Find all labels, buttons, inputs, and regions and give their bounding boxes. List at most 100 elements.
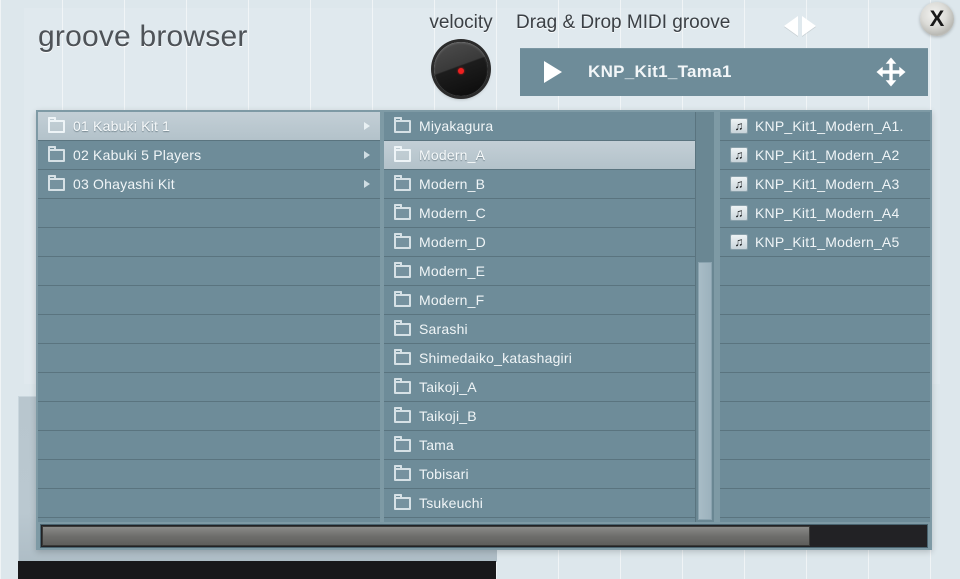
list-item-empty xyxy=(38,460,380,489)
list-item[interactable]: ♫ KNP_Kit1_Modern_A5 xyxy=(720,228,930,257)
kits-column[interactable]: 01 Kabuki Kit 1 02 Kabuki 5 Players 03 Oha… xyxy=(38,112,380,522)
folder-icon xyxy=(394,464,411,481)
chevron-right-icon xyxy=(364,122,370,130)
list-item[interactable]: Taikoji_A xyxy=(384,373,714,402)
host-dark-strip xyxy=(18,561,496,579)
midi-note-icon: ♫ xyxy=(730,234,748,250)
list-item-empty xyxy=(38,286,380,315)
list-item[interactable]: Tama xyxy=(384,431,714,460)
styles-scroll-thumb[interactable] xyxy=(698,262,712,520)
list-item[interactable]: 02 Kabuki 5 Players xyxy=(38,141,380,170)
list-item-label: Modern_E xyxy=(419,263,486,279)
header: groove browser velocity Drag & Drop MIDI… xyxy=(0,0,960,108)
list-item[interactable]: ♫ KNP_Kit1_Modern_A3 xyxy=(720,170,930,199)
list-item-label: Sarashi xyxy=(419,321,468,337)
list-item[interactable]: Modern_C xyxy=(384,199,714,228)
list-item-label: Taikoji_A xyxy=(419,379,477,395)
list-item-empty xyxy=(38,402,380,431)
list-item-label: KNP_Kit1_Modern_A4 xyxy=(755,205,900,221)
close-button[interactable]: X xyxy=(920,2,954,36)
styles-column[interactable]: Miyakagura Modern_A Modern_B Modern_C Modern… xyxy=(384,112,714,522)
folder-icon xyxy=(394,493,411,510)
drag-drop-group: Drag & Drop MIDI groove KNP_Kit1_Tama1 xyxy=(516,12,928,104)
list-item[interactable]: Taikoji_B xyxy=(384,402,714,431)
drag-drop-label: Drag & Drop MIDI groove xyxy=(516,12,731,33)
list-item[interactable]: Tobisari xyxy=(384,460,714,489)
list-item-label: KNP_Kit1_Modern_A2 xyxy=(755,147,900,163)
folder-icon xyxy=(394,116,411,133)
list-item-empty xyxy=(38,344,380,373)
list-item-label: Modern_D xyxy=(419,234,486,250)
list-item-empty xyxy=(720,402,930,431)
list-item[interactable]: Modern_B xyxy=(384,170,714,199)
chevron-right-icon xyxy=(364,151,370,159)
midi-note-icon: ♫ xyxy=(730,147,748,163)
list-item-empty xyxy=(38,228,380,257)
velocity-knob[interactable] xyxy=(434,42,488,96)
groove-navigation xyxy=(784,16,816,36)
list-item[interactable]: Miyakagura xyxy=(384,112,714,141)
list-item[interactable]: Sarashi xyxy=(384,315,714,344)
folder-icon xyxy=(394,174,411,191)
list-item-empty xyxy=(38,431,380,460)
list-item-empty xyxy=(38,373,380,402)
list-item[interactable]: Modern_D xyxy=(384,228,714,257)
groove-name: KNP_Kit1_Tama1 xyxy=(588,62,732,81)
list-item-empty xyxy=(38,199,380,228)
list-item[interactable]: 03 Ohayashi Kit xyxy=(38,170,380,199)
list-item[interactable]: ♫ KNP_Kit1_Modern_A4 xyxy=(720,199,930,228)
list-item-empty xyxy=(38,257,380,286)
list-item[interactable]: Modern_A xyxy=(384,141,714,170)
list-item-empty xyxy=(720,431,930,460)
list-item-label: KNP_Kit1_Modern_A3 xyxy=(755,176,900,192)
folder-icon xyxy=(394,232,411,249)
list-item-label: Shimedaiko_katashagiri xyxy=(419,350,573,366)
list-item-empty xyxy=(720,257,930,286)
folder-icon xyxy=(394,319,411,336)
list-item[interactable]: 01 Kabuki Kit 1 xyxy=(38,112,380,141)
list-item-label: Modern_C xyxy=(419,205,486,221)
list-item-label: Modern_A xyxy=(419,147,486,163)
list-item-label: Tsukeuchi xyxy=(419,495,484,511)
move-drag-icon[interactable] xyxy=(874,55,908,89)
play-icon[interactable] xyxy=(544,61,562,83)
list-item-empty xyxy=(720,344,930,373)
browser-horizontal-scrollbar[interactable] xyxy=(40,524,928,548)
list-item-empty xyxy=(38,315,380,344)
groove-slot[interactable]: KNP_Kit1_Tama1 xyxy=(520,48,928,96)
list-item[interactable]: ♫ KNP_Kit1_Modern_A2 xyxy=(720,141,930,170)
velocity-knob-indicator-icon xyxy=(458,68,464,74)
folder-icon xyxy=(48,174,65,191)
list-item-label: Miyakagura xyxy=(419,118,494,134)
velocity-control-group: velocity xyxy=(413,12,509,104)
list-item-label: Modern_F xyxy=(419,292,485,308)
velocity-label: velocity xyxy=(429,12,493,33)
list-item-label: Tobisari xyxy=(419,466,469,482)
list-item-empty xyxy=(720,489,930,518)
list-item[interactable]: ♫ KNP_Kit1_Modern_A1. xyxy=(720,112,930,141)
browser-horizontal-scroll-thumb[interactable] xyxy=(42,526,810,546)
list-item-label: KNP_Kit1_Modern_A5 xyxy=(755,234,900,250)
list-item-empty xyxy=(720,460,930,489)
files-column[interactable]: ♫ KNP_Kit1_Modern_A1. ♫ KNP_Kit1_Modern_A2 ♫… xyxy=(720,112,930,522)
list-item[interactable]: Shimedaiko_katashagiri xyxy=(384,344,714,373)
midi-note-icon: ♫ xyxy=(730,118,748,134)
triangle-left-icon[interactable] xyxy=(784,16,798,36)
list-item[interactable]: Tsukeuchi xyxy=(384,489,714,518)
folder-icon xyxy=(394,348,411,365)
list-item-label: Tama xyxy=(419,437,455,453)
styles-scrollbar[interactable] xyxy=(695,112,714,522)
midi-note-icon: ♫ xyxy=(730,176,748,192)
close-icon: X xyxy=(929,6,945,31)
folder-icon xyxy=(48,145,65,162)
chevron-right-icon xyxy=(364,180,370,188)
list-item-empty xyxy=(38,489,380,518)
list-item-label: 03 Ohayashi Kit xyxy=(73,176,175,192)
list-item-label: 01 Kabuki Kit 1 xyxy=(73,118,171,134)
folder-icon xyxy=(48,116,65,133)
list-item[interactable]: Modern_E xyxy=(384,257,714,286)
list-item-label: Modern_B xyxy=(419,176,486,192)
list-item[interactable]: Modern_F xyxy=(384,286,714,315)
triangle-right-icon[interactable] xyxy=(802,16,816,36)
list-item-label: KNP_Kit1_Modern_A1. xyxy=(755,118,904,134)
